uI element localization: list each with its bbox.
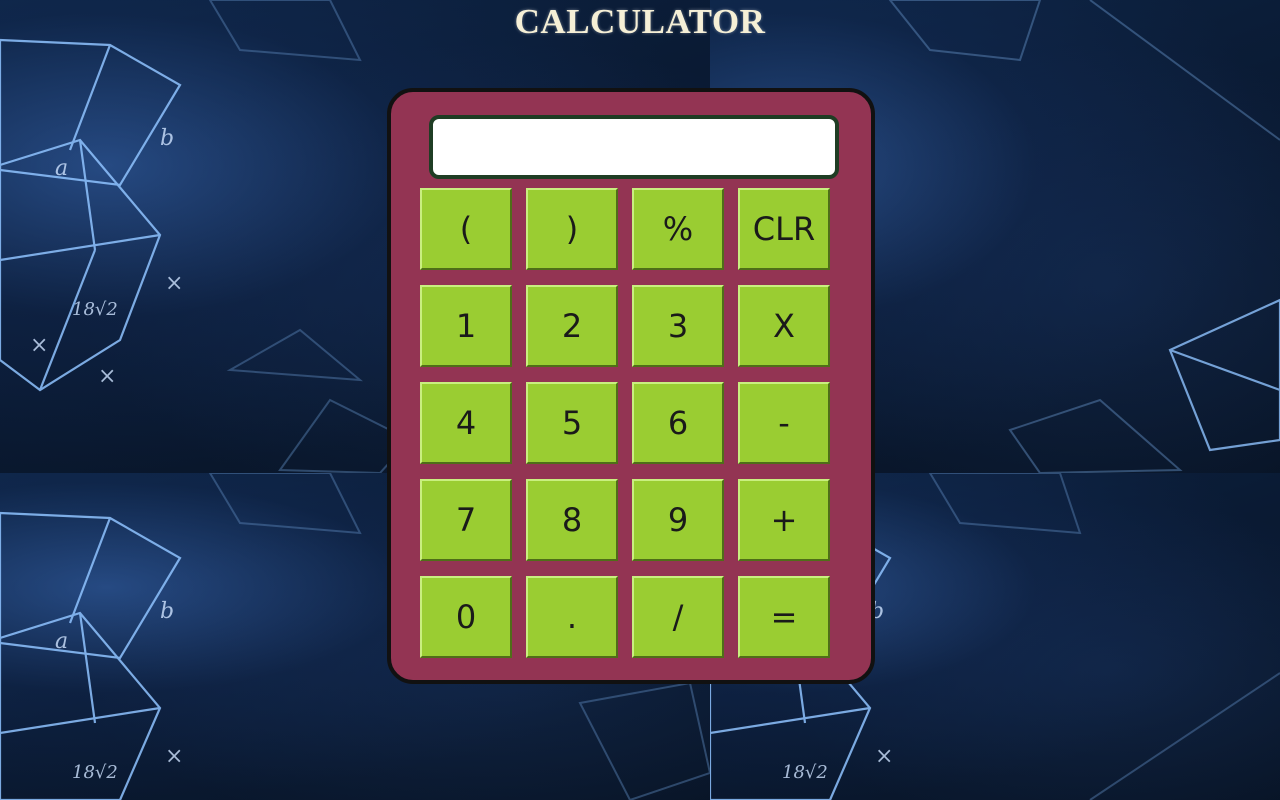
- svg-text:a: a: [55, 156, 68, 181]
- svg-text:a: a: [55, 629, 68, 654]
- key-6[interactable]: 6: [632, 382, 724, 464]
- key-4[interactable]: 4: [420, 382, 512, 464]
- svg-text:b: b: [160, 126, 174, 151]
- svg-text:×: ×: [165, 744, 183, 769]
- keypad: ( ) % CLR 1 2 3 X 4 5 6 - 7 8 9 + 0 . / …: [420, 188, 830, 658]
- svg-text:18√2: 18√2: [72, 299, 118, 320]
- calculator-body: ( ) % CLR 1 2 3 X 4 5 6 - 7 8 9 + 0 . / …: [387, 88, 875, 684]
- key-open-paren[interactable]: (: [420, 188, 512, 270]
- key-5[interactable]: 5: [526, 382, 618, 464]
- key-9[interactable]: 9: [632, 479, 724, 561]
- key-1[interactable]: 1: [420, 285, 512, 367]
- svg-text:×: ×: [875, 744, 893, 769]
- key-0[interactable]: 0: [420, 576, 512, 658]
- svg-text:18√2: 18√2: [782, 762, 828, 783]
- key-7[interactable]: 7: [420, 479, 512, 561]
- key-multiply[interactable]: X: [738, 285, 830, 367]
- svg-text:18√2: 18√2: [72, 762, 118, 783]
- page-title: CALCULATOR: [514, 2, 766, 41]
- key-clear[interactable]: CLR: [738, 188, 830, 270]
- svg-text:×: ×: [165, 271, 183, 296]
- key-subtract[interactable]: -: [738, 382, 830, 464]
- key-3[interactable]: 3: [632, 285, 724, 367]
- calculator-display[interactable]: [429, 115, 839, 179]
- key-close-paren[interactable]: ): [526, 188, 618, 270]
- key-decimal[interactable]: .: [526, 576, 618, 658]
- key-8[interactable]: 8: [526, 479, 618, 561]
- key-2[interactable]: 2: [526, 285, 618, 367]
- svg-text:×: ×: [30, 333, 48, 358]
- svg-text:×: ×: [98, 364, 116, 389]
- key-percent[interactable]: %: [632, 188, 724, 270]
- key-equals[interactable]: =: [738, 576, 830, 658]
- svg-text:b: b: [160, 599, 174, 624]
- key-add[interactable]: +: [738, 479, 830, 561]
- key-divide[interactable]: /: [632, 576, 724, 658]
